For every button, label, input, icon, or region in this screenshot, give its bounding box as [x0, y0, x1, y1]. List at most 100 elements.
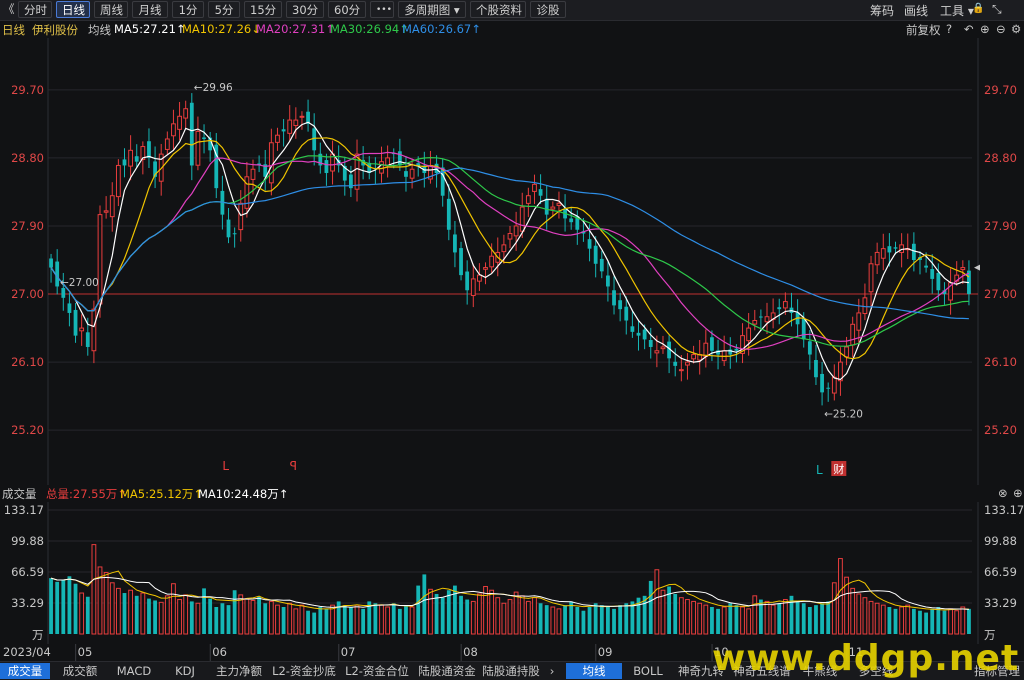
volume-bar-down [587, 606, 592, 634]
tab-yuexian[interactable]: 月线 [132, 1, 168, 18]
candle-body-down [930, 269, 935, 279]
candle-body-down [587, 239, 592, 249]
expand-icon[interactable]: ⤡ [992, 2, 1002, 17]
candle-body-up [103, 210, 109, 213]
indicator-tab[interactable]: › [546, 663, 558, 679]
lock-icon[interactable]: 🔒 [972, 3, 984, 14]
zoom-in-icon[interactable]: ⊕ [980, 22, 990, 36]
volume-bar-down [606, 606, 610, 634]
indicator-tab[interactable]: 主力净额 [212, 663, 266, 679]
indicator-tab[interactable]: KDJ [162, 663, 208, 679]
volume-bar-up [874, 602, 880, 635]
help-icon[interactable]: ? [946, 22, 952, 36]
candle-body-up [164, 138, 170, 150]
volume-bar-down [61, 579, 66, 634]
tab-zhouxian[interactable]: 周线 [94, 1, 128, 18]
volume-tick-right: 99.88 [984, 534, 1017, 548]
indicator-tab[interactable]: 成交额 [54, 663, 106, 679]
high-price-label: ←29.96 [194, 82, 233, 94]
indicator-tab[interactable]: MACD [110, 663, 158, 679]
volume-bar-up [856, 593, 862, 635]
tools-dropdown[interactable]: 工具 ▾ [940, 2, 974, 19]
indicator-tab[interactable]: BOLL [626, 663, 670, 679]
volume-bar-down [214, 606, 219, 634]
add-indicator-icon[interactable]: ⊕ [1013, 486, 1023, 500]
candle-body-down [147, 141, 151, 158]
volume-bar-down [349, 606, 353, 634]
tab-fenshi[interactable]: 分时 [18, 1, 52, 18]
volume-bar-down [397, 608, 402, 634]
candle-body-down [538, 189, 543, 196]
date-tick: 07 [341, 645, 356, 659]
indicator-label[interactable]: 均线 [88, 22, 111, 38]
multi-period-dropdown[interactable]: 多周期图 ▾ [398, 1, 466, 18]
settings-icon[interactable]: ⚙ [1011, 22, 1021, 36]
price-tick-left: 25.20 [11, 423, 44, 437]
volume-chart[interactable]: 133.17 133.17 99.88 99.88 66.59 66.59 33.29 33.… [0, 502, 1024, 644]
volume-bar-down [208, 598, 213, 634]
volume-label[interactable]: 成交量 [2, 486, 37, 502]
indicator-tab[interactable]: 均线 [566, 663, 622, 679]
indicator-tab[interactable]: L2-资金合位 [342, 663, 412, 679]
candle-body-down [465, 271, 470, 291]
volume-bar-down [67, 576, 72, 634]
date-tick: 05 [78, 645, 93, 659]
volume-bar-up [79, 592, 85, 635]
undo-icon[interactable]: ↶ [964, 22, 974, 36]
indicator-tab[interactable]: 陆股通资金 [416, 663, 478, 679]
candle-body-down [924, 265, 929, 268]
candle-body-down [887, 246, 892, 253]
volume-bar-down [826, 601, 831, 634]
tab-15min[interactable]: 15分 [244, 1, 282, 18]
indicator-tab[interactable]: L2-资金抄底 [270, 663, 338, 679]
volume-unit-left: 万 [32, 628, 44, 642]
volume-bar-up [299, 604, 305, 635]
volume-bar-up [691, 600, 696, 635]
volume-bar-down [710, 606, 714, 634]
tab-1min[interactable]: 1分 [172, 1, 204, 18]
stock-profile-button[interactable]: 个股资料 [470, 1, 526, 18]
volume-bar-down [446, 590, 451, 634]
close-volume-icon[interactable]: ⊗ [998, 486, 1008, 500]
more-periods-button[interactable]: ••• [370, 1, 394, 18]
volume-bar-down [226, 605, 231, 634]
diagnose-button[interactable]: 诊股 [530, 1, 566, 18]
chip-button[interactable]: 筹码 [870, 2, 894, 19]
candle-body-down [232, 233, 237, 235]
tab-rixian[interactable]: 日线 [56, 1, 90, 18]
zoom-out-icon[interactable]: ⊖ [996, 22, 1006, 36]
volume-bar-up [428, 588, 433, 635]
candle-body-down [606, 275, 610, 287]
tab-30min[interactable]: 30分 [286, 1, 324, 18]
volume-bar-down [893, 608, 898, 634]
volume-bar-down [134, 595, 139, 634]
volume-ma5: MA5:25.12万↑ [120, 487, 204, 501]
candle-body-up [880, 248, 886, 259]
tab-5min[interactable]: 5分 [208, 1, 240, 18]
indicator-tab[interactable]: 成交量 [0, 663, 50, 679]
indicator-tab[interactable]: 陆股通持股 [480, 663, 542, 679]
candle-body-up [97, 214, 103, 305]
volume-bar-down [342, 605, 347, 634]
volume-bar-down [569, 601, 574, 634]
volume-bar-up [183, 594, 189, 635]
back-button[interactable]: 《 [0, 1, 18, 18]
candle-body-up [831, 376, 837, 394]
volume-ma10: MA10:24.48万↑ [198, 487, 289, 501]
candle-body-down [85, 332, 90, 347]
candle-body-down [569, 218, 574, 223]
volume-bar-up [697, 602, 703, 635]
volume-bar-down [459, 595, 463, 634]
candle-body-up [752, 320, 758, 325]
tab-60min[interactable]: 60分 [328, 1, 366, 18]
stock-name[interactable]: 伊利股份 [32, 22, 78, 38]
candle-body-down [324, 160, 329, 174]
volume-bar-up [703, 604, 709, 635]
adjust-dropdown[interactable]: 前复权 [906, 22, 941, 38]
volume-bar-down [122, 593, 127, 634]
kline-chart[interactable]: 29.70 28.80 27.90 27.00 26.10 25.20 29.70 28.8… [0, 38, 1024, 485]
candle-body-up [483, 267, 488, 270]
draw-line-button[interactable]: 画线 [904, 2, 928, 19]
candle-body-up [874, 251, 880, 266]
top-toolbar: 《 分时 日线 周线 月线 1分 5分 15分 30分 60分 ••• 多周期图… [0, 0, 1024, 21]
